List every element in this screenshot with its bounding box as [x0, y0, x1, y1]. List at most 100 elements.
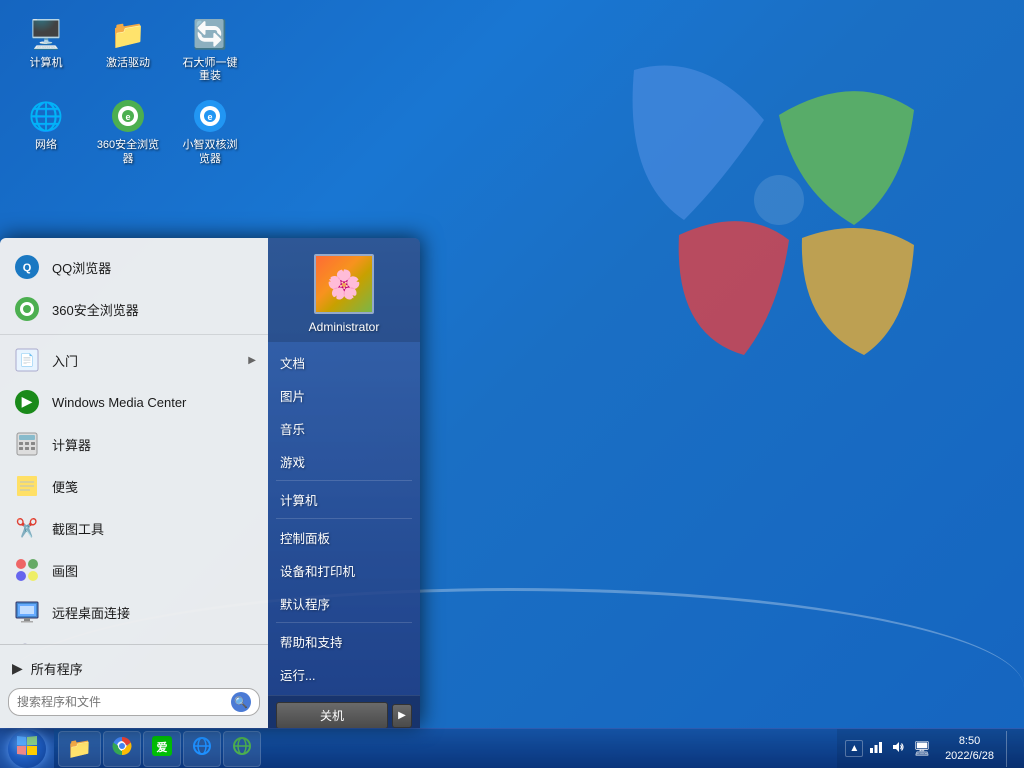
menu-item-wmc[interactable]: ▶ Windows Media Center [0, 381, 268, 423]
desktop-icon-xiaozhi[interactable]: e 小智双核浏览器 [174, 92, 246, 169]
desktop: 🖥️ 计算机 📁 激活驱动 🔄 石大师一键重装 🌐 网络 [0, 0, 1024, 768]
taskbar-app-ie1[interactable] [183, 731, 221, 767]
desktop-icon-activate[interactable]: 📁 激活驱动 [92, 10, 164, 87]
display-tray-icon[interactable]: 🖥 [911, 738, 933, 759]
svg-text:✂️: ✂️ [16, 517, 38, 538]
taskbar-app-chrome[interactable] [103, 731, 141, 767]
start-menu-programs: Q QQ浏览器 360安全浏览器 [0, 238, 268, 644]
explorer-icon: 📁 [67, 736, 92, 761]
intro-icon: 📄 [12, 345, 42, 375]
menu-item-snip[interactable]: ✂️ 截图工具 [0, 507, 268, 549]
desktop-icon-360browser[interactable]: e 360安全浏览器 [92, 92, 164, 169]
right-menu-devices[interactable]: 设备和打印机 [268, 554, 420, 587]
volume-tray-icon[interactable] [889, 738, 907, 759]
desktop-icon-row-2: 🌐 网络 e 360安全浏览器 [10, 92, 246, 169]
calculator-icon [12, 429, 42, 459]
menu-item-paint[interactable]: 画图 [0, 549, 268, 591]
taskbar-app-ie2[interactable] [223, 731, 261, 767]
snip-icon: ✂️ [12, 513, 42, 543]
avatar-image: 🌸 [316, 256, 372, 312]
menu-item-calculator[interactable]: 计算器 [0, 423, 268, 465]
all-programs-arrow-icon: ▶ [12, 660, 23, 677]
calculator-label: 计算器 [52, 435, 256, 454]
xiaozhi-label: 小智双核浏览器 [178, 139, 242, 165]
right-menu-games[interactable]: 游戏 [268, 445, 420, 478]
activate-icon: 📁 [108, 14, 148, 54]
wmc-label: Windows Media Center [52, 395, 256, 410]
right-menu-help[interactable]: 帮助和支持 [268, 625, 420, 658]
desktop-icon-network[interactable]: 🌐 网络 [10, 92, 82, 169]
shutdown-options-button[interactable]: ▶ [392, 704, 412, 728]
snip-label: 截图工具 [52, 519, 256, 538]
search-input[interactable] [17, 695, 225, 709]
start-menu-right: 🌸 Administrator 文档 图片 音乐 游戏 [268, 238, 420, 728]
desktop-icon-computer[interactable]: 🖥️ 计算机 [10, 10, 82, 87]
ie2-icon [232, 736, 252, 762]
qq-browser-label: QQ浏览器 [52, 258, 256, 277]
taskbar-app-explorer[interactable]: 📁 [58, 731, 101, 767]
chrome-icon [112, 736, 132, 762]
notepad-label: 便笺 [52, 477, 256, 496]
rdp-icon [12, 597, 42, 627]
right-menu-computer[interactable]: 计算机 [268, 483, 420, 516]
activate-label: 激活驱动 [106, 57, 150, 70]
taskbar: 📁 [0, 728, 1024, 768]
svg-text:Q: Q [23, 262, 32, 274]
desktop-icon-reinstall[interactable]: 🔄 石大师一键重装 [174, 10, 246, 87]
shutdown-button[interactable]: 关机 [276, 702, 388, 728]
svg-text:e: e [207, 112, 212, 122]
desktop-icon-row-1: 🖥️ 计算机 📁 激活驱动 🔄 石大师一键重装 [10, 10, 246, 87]
menu-divider-1 [0, 334, 268, 335]
menu-item-notepad[interactable]: 便笺 [0, 465, 268, 507]
menu-item-magnifier[interactable]: 放大镜 [0, 633, 268, 644]
right-menu-control[interactable]: 控制面板 [268, 521, 420, 554]
menu-item-rdp[interactable]: 远程桌面连接 [0, 591, 268, 633]
start-menu-left: Q QQ浏览器 360安全浏览器 [0, 238, 268, 728]
desktop-icons: 🖥️ 计算机 📁 激活驱动 🔄 石大师一键重装 🌐 网络 [10, 10, 246, 170]
system-clock[interactable]: 8:50 2022/6/28 [937, 734, 1002, 763]
user-avatar[interactable]: 🌸 [314, 254, 374, 314]
wmc-icon: ▶ [12, 387, 42, 417]
right-divider-2 [276, 518, 412, 519]
menu-item-qq-browser[interactable]: Q QQ浏览器 [0, 246, 268, 288]
right-menu-docs[interactable]: 文档 [268, 346, 420, 379]
shutdown-bar: 关机 ▶ [268, 695, 420, 728]
svg-text:📄: 📄 [20, 353, 35, 367]
tray-expand-button[interactable]: ▲ [845, 740, 863, 757]
computer-label: 计算机 [30, 57, 63, 70]
start-button[interactable] [0, 729, 54, 768]
right-menu-items: 文档 图片 音乐 游戏 计算机 控制面板 [268, 342, 420, 695]
start-menu: Q QQ浏览器 360安全浏览器 [0, 238, 420, 728]
paint-icon [12, 555, 42, 585]
taskbar-items: 📁 [54, 731, 837, 767]
paint-label: 画图 [52, 561, 256, 580]
menu-item-360browser[interactable]: 360安全浏览器 [0, 288, 268, 330]
search-button[interactable]: 🔍 [231, 692, 251, 712]
qq-browser-icon: Q [12, 252, 42, 282]
right-menu-music[interactable]: 音乐 [268, 412, 420, 445]
search-bar: 🔍 [8, 688, 260, 716]
start-menu-bottom: ▶ 所有程序 🔍 [0, 644, 268, 728]
computer-icon: 🖥️ [26, 14, 66, 54]
right-menu-pics[interactable]: 图片 [268, 379, 420, 412]
xiaozhi-icon: e [190, 96, 230, 136]
ie1-icon [192, 736, 212, 762]
svg-text:▶: ▶ [22, 393, 33, 409]
svg-text:e: e [125, 112, 130, 122]
menu-item-intro[interactable]: 📄 入门 ▶ [0, 339, 268, 381]
right-divider-3 [276, 622, 412, 623]
right-menu-run[interactable]: 运行... [268, 658, 420, 691]
right-menu-defaults[interactable]: 默认程序 [268, 587, 420, 620]
show-desktop-button[interactable] [1006, 731, 1016, 767]
taskbar-app-iqiyi[interactable]: 爱 [143, 731, 181, 767]
notepad-icon [12, 471, 42, 501]
all-programs-item[interactable]: ▶ 所有程序 [0, 653, 268, 684]
clock-time: 8:50 [959, 734, 980, 748]
svg-text:爱: 爱 [156, 741, 167, 754]
right-divider-1 [276, 480, 412, 481]
360browser-label: 360安全浏览器 [96, 139, 160, 165]
network-tray-icon[interactable] [867, 738, 885, 759]
intro-label: 入门 [52, 351, 238, 370]
system-tray: ▲ 🖥 8:50 2022/6/28 [837, 729, 1024, 768]
intro-arrow: ▶ [248, 355, 256, 366]
